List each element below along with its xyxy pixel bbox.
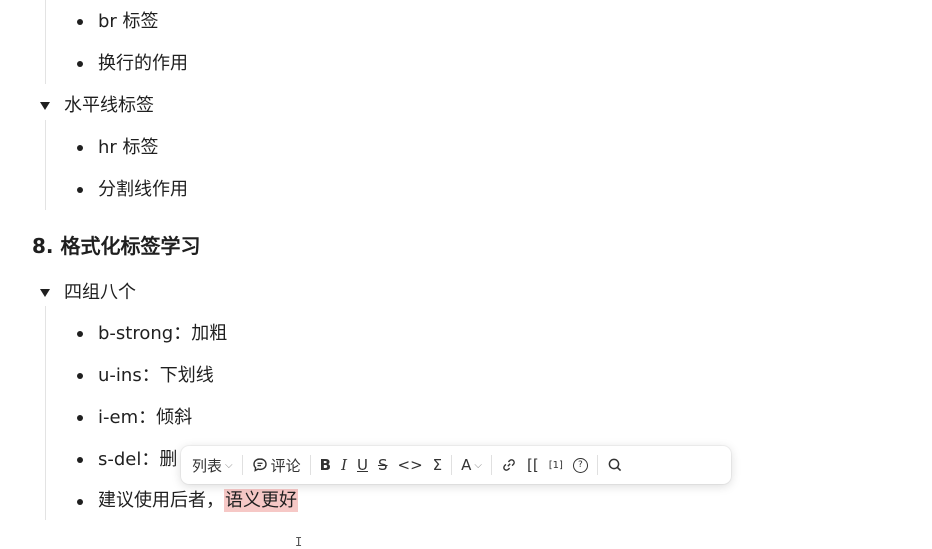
search-button[interactable] <box>602 451 628 479</box>
list-dropdown[interactable]: 列表 ⌵ <box>187 451 238 479</box>
text-color-dropdown[interactable]: A ⌵ <box>456 451 487 479</box>
highlighted-text[interactable]: 语义更好 <box>224 489 298 512</box>
toolbar-divider <box>491 455 492 475</box>
bullet <box>77 457 83 463</box>
indent-guide-1 <box>45 0 46 84</box>
list-dropdown-label: 列表 <box>192 456 223 475</box>
text-color-icon: A <box>461 456 472 474</box>
toolbar-divider <box>241 455 243 475</box>
list-item[interactable]: 建议使用后者，语义更好 <box>98 489 298 512</box>
chevron-down-icon: ⌵ <box>474 459 482 471</box>
bullet <box>77 373 83 379</box>
bullet <box>77 19 83 25</box>
bold-button[interactable]: B <box>315 451 336 479</box>
collapse-toggle-icon[interactable] <box>40 102 50 110</box>
toolbar-divider <box>451 455 453 475</box>
link-icon <box>501 457 517 473</box>
help-button[interactable]: ? <box>568 451 593 479</box>
underline-button[interactable]: U <box>352 451 373 479</box>
collapse-toggle-icon[interactable] <box>40 289 50 297</box>
strikethrough-button[interactable]: S <box>373 451 393 479</box>
toolbar-divider <box>309 455 311 475</box>
list-item[interactable]: 四组八个 <box>64 282 136 304</box>
format-toolbar: 列表 ⌵ 评论 B I U S <> Σ A ⌵ [[ [1] ? <box>181 446 731 484</box>
italic-button[interactable]: I <box>336 451 352 479</box>
comment-button[interactable]: 评论 <box>247 451 306 479</box>
indent-guide-2 <box>45 120 46 210</box>
bullet <box>77 499 83 505</box>
list-item[interactable]: i-em：倾斜 <box>98 407 192 429</box>
comment-icon <box>252 457 268 473</box>
help-icon: ? <box>572 457 588 473</box>
section-heading[interactable]: 8. 格式化标签学习 <box>32 234 200 258</box>
bullet <box>77 331 83 337</box>
list-item[interactable]: s-del：删 <box>98 449 177 471</box>
formula-button[interactable]: Σ <box>428 451 447 479</box>
search-icon <box>607 457 623 473</box>
list-item[interactable]: hr 标签 <box>98 137 159 159</box>
footnote-button[interactable]: [1] <box>544 451 568 479</box>
chevron-down-icon: ⌵ <box>225 459 233 471</box>
wiki-link-button[interactable]: [[ <box>522 451 544 479</box>
list-item-text: 建议使用后者， <box>98 490 224 511</box>
toolbar-divider <box>596 455 598 475</box>
list-item[interactable]: 分割线作用 <box>98 179 188 201</box>
bullet <box>77 61 83 67</box>
list-item[interactable]: 水平线标签 <box>64 95 154 117</box>
list-item[interactable]: 换行的作用 <box>98 53 188 75</box>
link-button[interactable] <box>496 451 522 479</box>
list-item[interactable]: br 标签 <box>98 11 159 33</box>
list-item[interactable]: u-ins：下划线 <box>98 365 214 387</box>
bullet <box>77 187 83 193</box>
indent-guide-3 <box>45 306 46 520</box>
list-item[interactable]: b-strong：加粗 <box>98 323 227 345</box>
comment-label: 评论 <box>270 456 301 475</box>
bullet <box>77 415 83 421</box>
inline-code-button[interactable]: <> <box>393 451 428 479</box>
bullet <box>77 145 83 151</box>
